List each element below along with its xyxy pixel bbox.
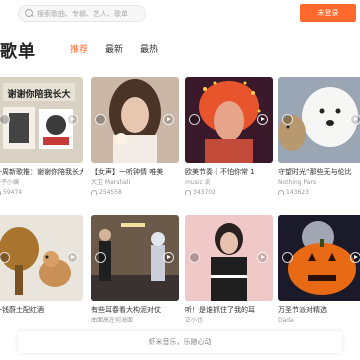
play-count: 143623 (278, 188, 360, 196)
playlist-title[interactable]: 【女声】一听钟情 唯美 (91, 168, 179, 177)
top-bar: 未登录 (0, 0, 360, 26)
playlist-author[interactable]: 虾子小编 (0, 179, 83, 187)
headphone-icon (91, 189, 97, 195)
playlist-author[interactable]: 大卫 Marshall (91, 179, 179, 187)
heart-icon[interactable] (189, 114, 200, 125)
playlist-cover[interactable] (91, 215, 179, 301)
heart-icon[interactable] (95, 252, 106, 263)
playlist-cover[interactable]: 谢谢你陪我长大 (0, 77, 83, 163)
search-input[interactable] (37, 9, 145, 18)
playlist-author[interactable]: Dada (278, 317, 360, 325)
headphone-icon (185, 189, 191, 195)
playlist-card[interactable]: 【女声】一听钟情 唯美 大卫 Marshall 254558 (91, 77, 179, 196)
playlist-title[interactable]: 欧美节奏｜不怕你常 1 (185, 168, 273, 177)
heart-icon[interactable] (282, 252, 293, 263)
playlist-tabs: 推荐 最新 最热 (70, 42, 158, 55)
play-icon[interactable] (350, 252, 360, 263)
playlist-cover[interactable] (278, 77, 360, 163)
login-button[interactable]: 未登录 (300, 4, 356, 22)
playlist-author[interactable]: Nothing Pars (278, 179, 360, 187)
heart-icon[interactable] (95, 114, 106, 125)
playlist-author[interactable] (0, 317, 83, 325)
headphone-icon (278, 189, 284, 195)
tab-newest[interactable]: 最新 (105, 42, 123, 55)
play-icon[interactable] (350, 114, 360, 125)
playlist-card[interactable]: 一钱蔚土配红酒 (0, 215, 83, 325)
headphone-icon (0, 189, 1, 195)
heart-icon[interactable] (189, 252, 200, 263)
play-icon[interactable] (257, 114, 268, 125)
play-count: 343702 (185, 188, 273, 196)
play-icon[interactable] (163, 252, 174, 263)
play-count: 254558 (91, 188, 179, 196)
play-icon[interactable] (67, 114, 78, 125)
playlist-card[interactable]: 欧美节奏｜不怕你常 1 music 说 343702 (185, 77, 273, 196)
playlist-card[interactable]: 有些耳春看大构泥对仗 曲面高在何海面 (91, 215, 179, 325)
section-title: 歌单 (0, 42, 36, 62)
search-icon (25, 9, 34, 18)
playlist-cover[interactable] (91, 77, 179, 163)
heart-icon[interactable] (282, 114, 293, 125)
cover-text: 谢谢你陪我长大 (7, 88, 70, 100)
playlist-title[interactable]: 一钱蔚土配红酒 (0, 306, 83, 315)
play-icon[interactable] (67, 252, 78, 263)
playlist-card[interactable]: 听！是谁抓住了我的耳 正小也 (185, 215, 273, 325)
playlist-author[interactable]: 曲面高在何海面 (91, 317, 179, 325)
playlist-title[interactable]: 万圣节派对精选 (278, 306, 360, 315)
tab-recommended[interactable]: 推荐 (70, 42, 88, 55)
playlist-title[interactable]: 听！是谁抓住了我的耳 (185, 306, 273, 315)
playlist-title[interactable]: 有些耳春看大构泥对仗 (91, 306, 179, 315)
play-icon[interactable] (163, 114, 174, 125)
footer-bar: 虾米音乐，乐随心动 (18, 331, 342, 353)
search-box[interactable] (18, 5, 146, 22)
footer-text: 虾米音乐，乐随心动 (148, 338, 212, 346)
playlist-author[interactable]: 正小也 (185, 317, 273, 325)
playlist-author[interactable]: music 说 (185, 179, 273, 187)
tab-hottest[interactable]: 最热 (140, 42, 158, 55)
play-count: 59474 (0, 188, 83, 196)
playlist-card[interactable]: 谢谢你陪我长大 一周新歌推：谢谢你陪我长大 虾子小编 59474 (0, 77, 83, 196)
playlist-cover[interactable] (278, 215, 360, 301)
playlist-cover[interactable] (185, 215, 273, 301)
playlist-cover[interactable] (185, 77, 273, 163)
playlist-title[interactable]: 守望时光”那些无与伦比 (278, 168, 360, 177)
playlist-cover[interactable] (0, 215, 83, 301)
playlist-title[interactable]: 一周新歌推：谢谢你陪我长大 (0, 168, 83, 177)
play-icon[interactable] (257, 252, 268, 263)
playlist-card[interactable]: 万圣节派对精选 Dada (278, 215, 360, 325)
playlist-card[interactable]: 守望时光”那些无与伦比 Nothing Pars 143623 (278, 77, 360, 196)
